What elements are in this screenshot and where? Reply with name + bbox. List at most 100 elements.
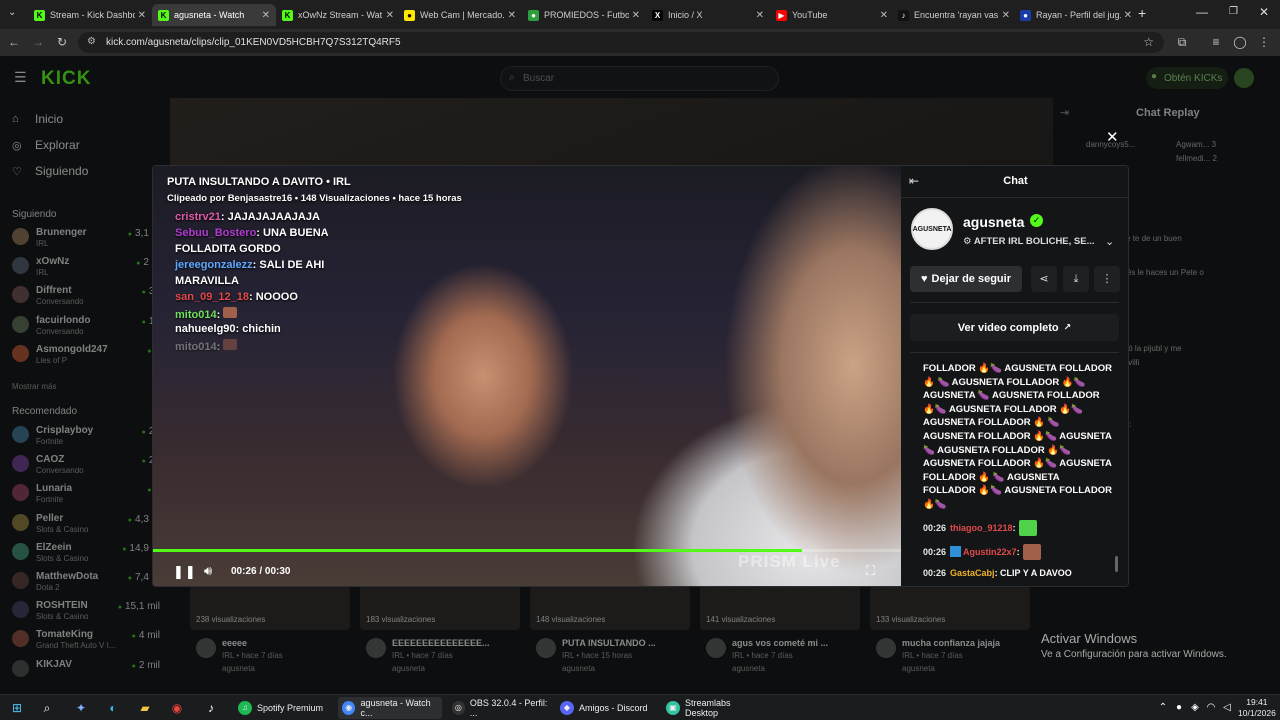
search-input[interactable]: ⌕ Buscar (500, 66, 779, 91)
browser-tab[interactable]: Kagusneta - Watch ✕ (152, 4, 276, 26)
sidebar-channel[interactable]: PellerSlots & Casino4,3 m (12, 511, 160, 537)
clip-video-player[interactable]: PUTA INSULTANDO A DAVITO • IRL Clipeado … (153, 166, 901, 586)
sidebar-nav-inicio[interactable]: ⌂ Inicio (12, 112, 63, 126)
browser-tab[interactable]: X Inicio / X ✕ (646, 4, 770, 26)
channel-name[interactable]: agusneta (963, 214, 1024, 230)
minimize-button[interactable]: — (1196, 5, 1208, 19)
full-video-button[interactable]: Ver video completo ↗ (910, 314, 1119, 341)
taskbar-app[interactable]: ◎ OBS 32.0.4 - Perfil: ... (448, 697, 550, 719)
unfollow-button[interactable]: ♥ Dejar de seguir (910, 266, 1022, 292)
tab-close-icon[interactable]: ✕ (880, 10, 888, 21)
video-progress-bar[interactable] (153, 549, 901, 552)
user-avatar[interactable] (1234, 68, 1254, 88)
profile-icon[interactable]: ◯ (1232, 34, 1248, 50)
sidebar-channel[interactable]: ROSHTEINSlots & Casino 15,1 mil (12, 598, 160, 624)
edge-icon[interactable]: ◐ (104, 699, 122, 717)
tab-close-icon[interactable]: ✕ (138, 10, 146, 21)
tab-close-icon[interactable]: ✕ (1002, 10, 1010, 21)
search-icon[interactable]: ⌕ (38, 699, 56, 717)
browser-tab[interactable]: ● Rayan - Perfil del jug... ✕ (1014, 4, 1138, 26)
sidebar-nav-explorar[interactable]: ◎ Explorar (12, 138, 80, 152)
chat-collapse-icon[interactable]: ⇥ (1060, 106, 1069, 119)
fullscreen-icon[interactable]: ⛶ (866, 563, 875, 579)
sidebar-channel[interactable]: DiffrentConversando36 (12, 283, 160, 309)
clip-card[interactable]: 133 visualizaciones mucha confianza jajaj… (870, 586, 1030, 686)
get-kicks-button[interactable]: ● Obtén KICKs (1146, 67, 1228, 89)
sidebar-channel[interactable]: Asmongold247Lies of P7 (12, 342, 160, 368)
browser-tab[interactable]: ▶ YouTube ✕ (770, 4, 894, 26)
browser-tab[interactable]: KxOwNz Stream - Wat... ✕ (276, 4, 400, 26)
clip-title[interactable]: eeeee (222, 638, 347, 648)
bookmark-star-icon[interactable]: ☆ (1143, 35, 1154, 49)
sidebar-channel[interactable]: MatthewDotaDota 27,4 m (12, 569, 160, 595)
taskbar-app[interactable]: ♫ Spotify Premium (234, 697, 332, 719)
more-options-icon[interactable]: ⋮ (1094, 266, 1120, 292)
browser-tab[interactable]: K Stream - Kick Dashbo...✕ (28, 4, 152, 26)
clip-card[interactable]: 183 visualizaciones EEEEEEEEEEEEEEE... IRL… (360, 586, 520, 686)
show-more-link[interactable]: Mostrar más (12, 382, 56, 391)
site-info-icon[interactable]: ⚙ (87, 36, 96, 47)
browser-tab[interactable]: ● Web Cam | Mercado... ✕ (398, 4, 522, 26)
tab-close-icon[interactable]: ✕ (756, 10, 764, 21)
hamburger-menu-icon[interactable]: ☰ (14, 69, 27, 86)
tab-close-icon[interactable]: ✕ (386, 10, 394, 21)
system-clock[interactable]: 19:41 10/1/2026 (1238, 697, 1276, 719)
address-bar[interactable]: ⚙ kick.com/agusneta/clips/clip_01KEN0VD5… (78, 32, 1164, 53)
tab-close-icon[interactable]: ✕ (632, 10, 640, 21)
clip-card[interactable]: 141 visualizaciones agus vos cometé mi ..… (700, 586, 860, 686)
browser-menu-icon[interactable]: ⋮ (1256, 34, 1272, 50)
download-icon[interactable]: ⤓ (1063, 266, 1089, 292)
taskbar-app[interactable]: ▣ Streamlabs Desktop (662, 697, 766, 719)
clip-title[interactable]: PUTA INSULTANDO ... (562, 638, 687, 648)
close-modal-icon[interactable]: ✕ (1106, 128, 1119, 146)
tab-close-icon[interactable]: ✕ (508, 10, 516, 21)
channel-avatar[interactable]: AGUSNETA (911, 208, 953, 250)
sidebar-channel[interactable]: KIKJAV 2 mil (12, 657, 160, 683)
extensions-icon[interactable]: ⧉ (1174, 34, 1190, 50)
forward-icon[interactable]: → (30, 34, 46, 50)
sidebar-nav-siguiendo[interactable]: ♡ Siguiendo (12, 164, 88, 178)
clip-title[interactable]: EEEEEEEEEEEEEEE... (392, 638, 517, 648)
chat-username[interactable]: Agustin22x7 (963, 547, 1017, 557)
file-explorer-icon[interactable]: ▰ (136, 699, 154, 717)
tab-close-icon[interactable]: ✕ (1124, 10, 1132, 21)
tab-search-icon[interactable]: ⌄ (8, 7, 16, 18)
browser-tab[interactable]: ● PROMIEDOS - Futbo... ✕ (522, 4, 646, 26)
browser-tab[interactable]: ♪ Encuentra 'rayan vas... ✕ (892, 4, 1016, 26)
sidebar-channel[interactable]: BrunengerIRL3,1 m (12, 225, 160, 251)
speaker-icon[interactable]: ◁ (1218, 699, 1236, 717)
sidebar-channel[interactable]: CAOZConversando20 (12, 452, 160, 478)
chat-username[interactable]: thiagoo_91218 (950, 523, 1013, 533)
stream-title[interactable]: ⚙ AFTER IRL BOLICHE, SE... (963, 236, 1095, 247)
chat-username[interactable]: GastaCabj (950, 568, 995, 578)
chat-scrollbar[interactable] (1115, 556, 1118, 572)
copilot-icon[interactable]: ✦ (72, 699, 90, 717)
sidebar-channel[interactable]: TomateKingGrand Theft Auto V I... 4 mil (12, 627, 160, 653)
clip-card[interactable]: 148 visualizaciones PUTA INSULTANDO ... IR… (530, 586, 690, 686)
sidebar-channel[interactable]: ElZeeinSlots & Casino14,9 m (12, 540, 160, 566)
tiktok-icon[interactable]: ♪ (202, 699, 220, 717)
sidebar-channel[interactable]: xOwNzIRL2 m (12, 254, 160, 280)
tab-close-icon[interactable]: ✕ (262, 10, 270, 21)
volume-icon[interactable]: 🔊︎ (204, 563, 212, 579)
pause-icon[interactable]: ❚❚ (173, 564, 197, 580)
sidebar-channel[interactable]: CrisplayboyFortnite23 (12, 423, 160, 449)
taskbar-app[interactable]: ◆ Amigos - Discord (556, 697, 656, 719)
reload-icon[interactable]: ↻ (54, 34, 70, 50)
maximize-button[interactable]: ❐ (1229, 6, 1238, 17)
close-window-button[interactable]: ✕ (1259, 5, 1269, 19)
kick-logo[interactable]: KICK (41, 68, 91, 90)
chrome-icon[interactable]: ◉ (168, 699, 186, 717)
new-tab-button[interactable]: + (1138, 5, 1146, 21)
clip-title[interactable]: mucha confianza jajaja (902, 638, 1027, 648)
sidebar-channel[interactable]: LunariaFortnite5 (12, 481, 160, 507)
clip-title[interactable]: agus vos cometé mi ... (732, 638, 857, 648)
sidebar-channel[interactable]: facuirlondoConversando12 (12, 313, 160, 339)
chevron-down-icon[interactable]: ⌄ (1105, 235, 1114, 248)
windows-start-icon[interactable]: ⊞ (8, 699, 26, 717)
taskbar-app[interactable]: ◉ agusneta - Watch c... (338, 697, 442, 719)
share-icon[interactable]: ⋖ (1031, 266, 1057, 292)
clip-card[interactable]: 238 visualizaciones eeeee IRL • hace 7 día… (190, 586, 350, 686)
back-icon[interactable]: ← (6, 34, 22, 50)
media-controls-icon[interactable]: ≡ (1208, 34, 1224, 50)
